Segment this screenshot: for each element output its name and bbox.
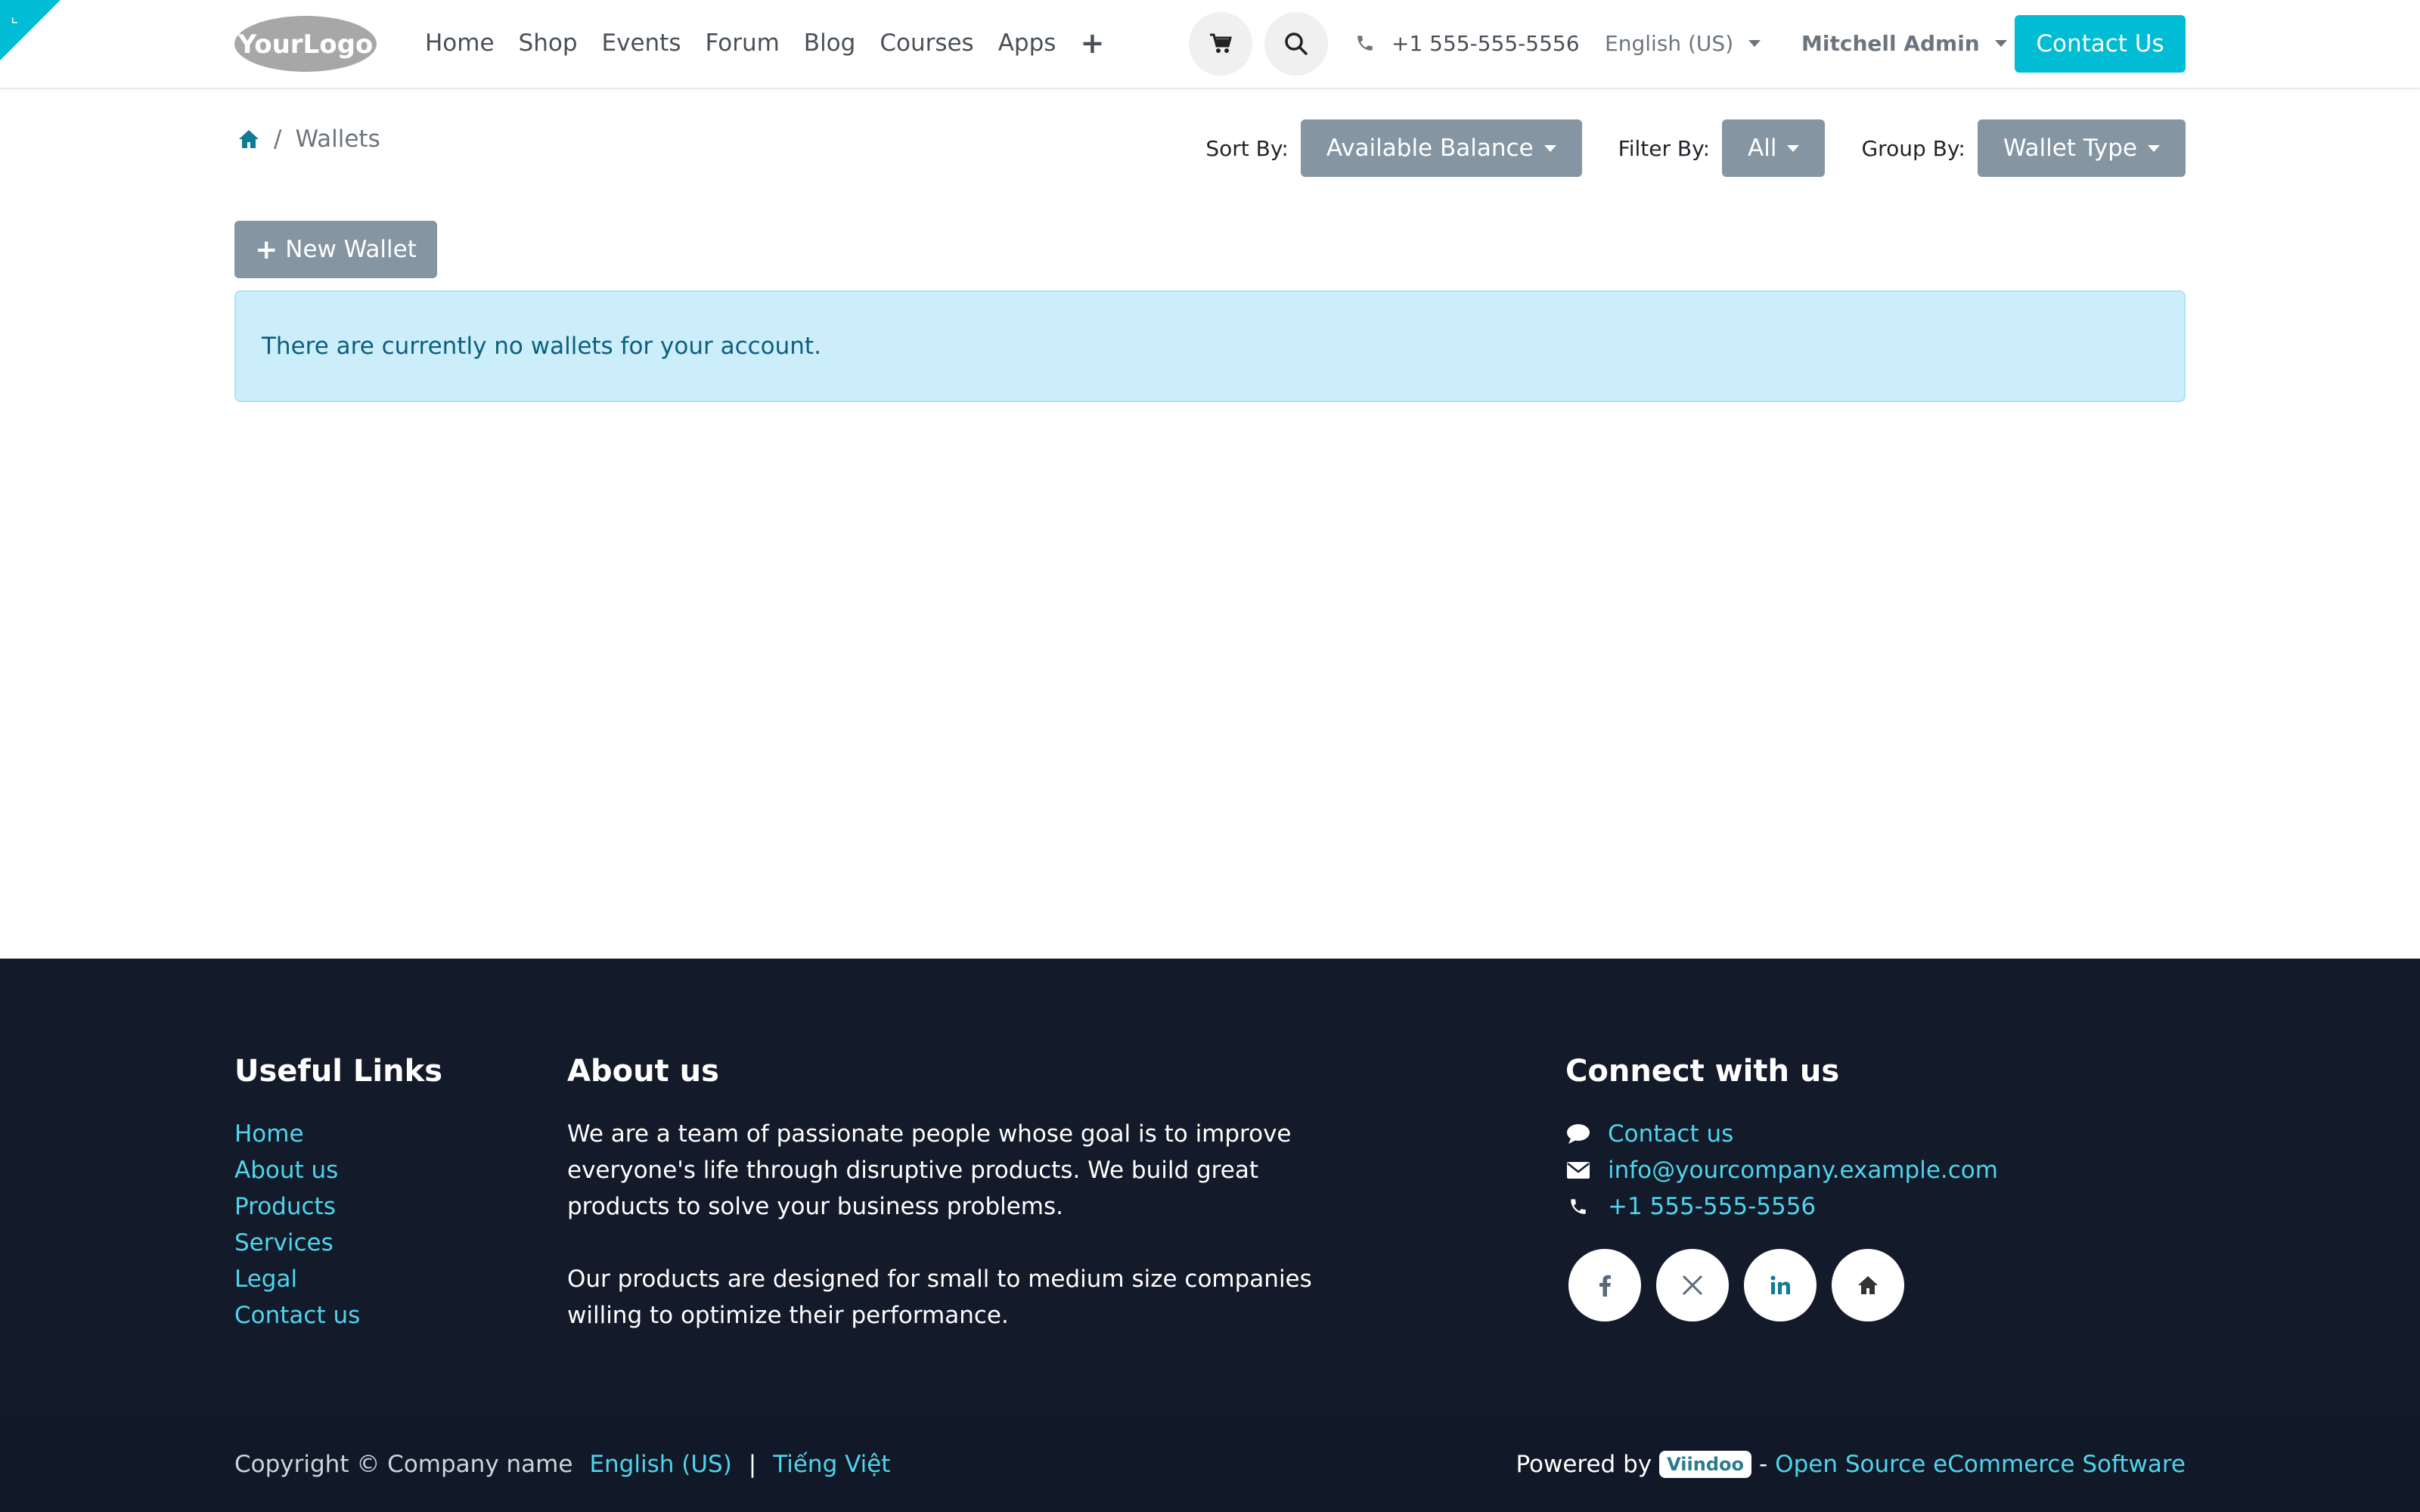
company-logo[interactable]: YourLogo bbox=[233, 14, 378, 74]
powered-by-dash: - bbox=[1758, 1451, 1768, 1478]
cart-icon bbox=[1210, 33, 1232, 53]
sort-label: Sort By: bbox=[1205, 135, 1289, 161]
connect-section: Connect with us Contact us info@yourcomp… bbox=[1565, 1054, 1998, 1321]
empty-state-message: There are currently no wallets for your … bbox=[262, 333, 821, 360]
about-us-paragraph-1: We are a team of passionate people whose… bbox=[567, 1120, 1292, 1220]
about-us-title: About us bbox=[567, 1054, 719, 1089]
filter-label: Filter By: bbox=[1618, 135, 1711, 161]
connect-contact-link[interactable]: Contact us bbox=[1608, 1116, 1733, 1152]
contact-us-button[interactable]: Contact Us bbox=[2015, 15, 2186, 73]
footer-link-contact-us[interactable]: Contact us bbox=[234, 1297, 442, 1334]
connect-email-link[interactable]: info@yourcompany.example.com bbox=[1608, 1152, 1998, 1188]
new-wallet-button[interactable]: + New Wallet bbox=[234, 221, 437, 278]
nav-events[interactable]: Events bbox=[602, 29, 681, 57]
nav-home[interactable]: Home bbox=[425, 29, 495, 57]
nav-apps[interactable]: Apps bbox=[998, 29, 1056, 57]
cart-button[interactable] bbox=[1189, 12, 1252, 76]
connect-title: Connect with us bbox=[1565, 1054, 1840, 1089]
ecommerce-software-link[interactable]: Open Source eCommerce Software bbox=[1775, 1451, 2186, 1478]
nav-forum[interactable]: Forum bbox=[706, 29, 780, 57]
group-label: Group By: bbox=[1861, 135, 1965, 161]
facebook-icon[interactable] bbox=[1568, 1249, 1641, 1321]
new-wallet-label: New Wallet bbox=[285, 236, 417, 263]
powered-by: Powered by Viindoo - Open Source eCommer… bbox=[1516, 1417, 2186, 1512]
home-icon[interactable] bbox=[237, 129, 260, 150]
filter-value: All bbox=[1748, 135, 1777, 162]
edit-corner-triangle[interactable] bbox=[0, 0, 60, 60]
connect-email-row[interactable]: info@yourcompany.example.com bbox=[1565, 1152, 1998, 1188]
nav-courses[interactable]: Courses bbox=[880, 29, 973, 57]
header-phone-text: +1 555-555-5556 bbox=[1392, 30, 1580, 56]
powered-by-label: Powered by bbox=[1516, 1451, 1652, 1478]
top-navbar: YourLogo Home Shop Events Forum Blog Cou… bbox=[0, 0, 2420, 89]
footer-link-products[interactable]: Products bbox=[234, 1188, 442, 1225]
about-us-paragraph-2: Our products are designed for small to m… bbox=[567, 1266, 1312, 1329]
footer: Useful Links Home About us Products Serv… bbox=[0, 959, 2420, 1417]
useful-links-section: Useful Links Home About us Products Serv… bbox=[234, 1054, 442, 1334]
language-dropdown[interactable]: English (US) bbox=[1605, 0, 1761, 86]
viindoo-brand-badge[interactable]: Viindoo bbox=[1659, 1451, 1751, 1478]
footer-link-services[interactable]: Services bbox=[234, 1225, 442, 1261]
useful-links-title: Useful Links bbox=[234, 1054, 443, 1089]
sort-value: Available Balance bbox=[1326, 135, 1534, 162]
chevron-down-icon bbox=[1994, 39, 2007, 47]
group-dropdown[interactable]: Wallet Type bbox=[1977, 119, 2186, 177]
phone-icon bbox=[1565, 1197, 1591, 1216]
connect-phone-link[interactable]: +1 555-555-5556 bbox=[1608, 1188, 1816, 1225]
envelope-icon bbox=[1565, 1162, 1591, 1179]
user-menu-dropdown[interactable]: Mitchell Admin bbox=[1801, 0, 2007, 86]
search-button[interactable] bbox=[1264, 12, 1328, 76]
chevron-down-icon bbox=[1544, 144, 1556, 152]
breadcrumb-separator: / bbox=[274, 125, 282, 153]
connect-contact-row[interactable]: Contact us bbox=[1565, 1116, 1998, 1152]
x-twitter-icon[interactable] bbox=[1656, 1249, 1729, 1321]
language-link-vietnamese[interactable]: Tiếng Việt bbox=[773, 1451, 890, 1478]
nav-shop[interactable]: Shop bbox=[519, 29, 578, 57]
social-links bbox=[1568, 1249, 1998, 1321]
group-value: Wallet Type bbox=[2003, 135, 2137, 162]
footer-link-home[interactable]: Home bbox=[234, 1116, 442, 1152]
connect-phone-row[interactable]: +1 555-555-5556 bbox=[1565, 1188, 1998, 1225]
breadcrumb: / Wallets bbox=[237, 125, 380, 153]
copyright-text: Copyright © Company name bbox=[234, 1451, 573, 1478]
phone-icon bbox=[1357, 36, 1373, 51]
chat-bubble-icon bbox=[1565, 1123, 1591, 1145]
chevron-down-icon bbox=[1787, 144, 1800, 152]
chevron-down-icon bbox=[1748, 39, 1761, 47]
sort-dropdown[interactable]: Available Balance bbox=[1300, 119, 1582, 177]
about-us-section: About us We are a team of passionate peo… bbox=[567, 1054, 1346, 1370]
copyright-bar: Copyright © Company name English (US) | … bbox=[0, 1417, 2420, 1512]
language-link-english[interactable]: English (US) bbox=[589, 1451, 731, 1478]
header-phone[interactable]: +1 555-555-5556 bbox=[1355, 0, 1580, 86]
main-nav: Home Shop Events Forum Blog Courses Apps… bbox=[425, 0, 1104, 86]
add-menu-icon[interactable]: + bbox=[1080, 26, 1104, 60]
language-label: English (US) bbox=[1605, 30, 1734, 56]
svg-text:YourLogo: YourLogo bbox=[237, 29, 374, 60]
linkedin-icon[interactable] bbox=[1744, 1249, 1817, 1321]
empty-state-alert: There are currently no wallets for your … bbox=[234, 290, 2186, 402]
filter-dropdown[interactable]: All bbox=[1722, 119, 1826, 177]
breadcrumb-current: Wallets bbox=[295, 125, 380, 153]
footer-link-about-us[interactable]: About us bbox=[234, 1152, 442, 1188]
search-icon bbox=[1285, 33, 1308, 55]
footer-link-legal[interactable]: Legal bbox=[234, 1261, 442, 1297]
user-name: Mitchell Admin bbox=[1801, 30, 1980, 56]
language-separator: | bbox=[748, 1451, 757, 1478]
nav-blog[interactable]: Blog bbox=[804, 29, 856, 57]
corner-arrow-icon: ⌞ bbox=[11, 8, 19, 26]
copyright-left: Copyright © Company name English (US) | … bbox=[234, 1417, 890, 1512]
list-toolbar: Sort By: Available Balance Filter By: Al… bbox=[1205, 119, 2186, 177]
home-icon[interactable] bbox=[1832, 1249, 1904, 1321]
plus-icon: + bbox=[255, 234, 278, 265]
chevron-down-icon bbox=[2148, 144, 2160, 152]
